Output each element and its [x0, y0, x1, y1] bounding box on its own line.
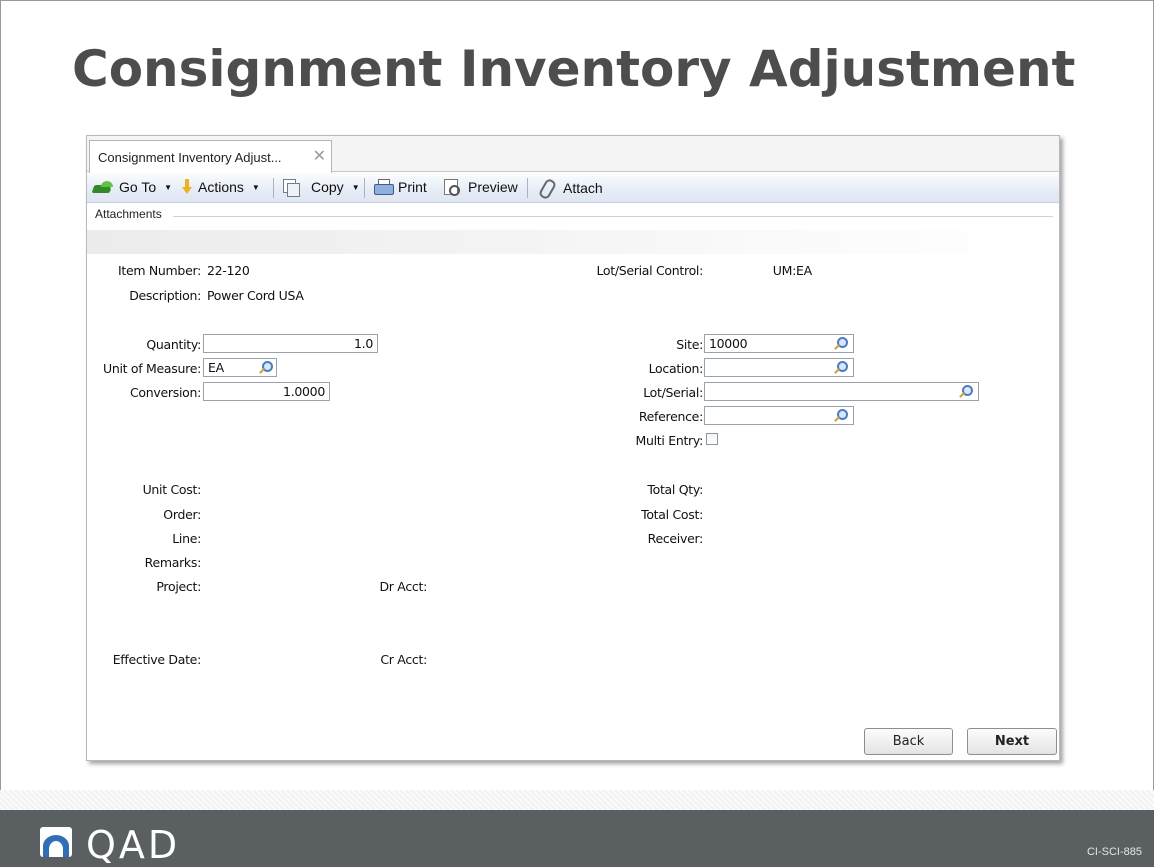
- unit-of-measure-label: Unit of Measure:: [103, 361, 201, 376]
- attachments-divider: [173, 216, 1053, 217]
- attachments-section-label[interactable]: Attachments: [95, 207, 162, 221]
- dr-acct-label: Dr Acct:: [379, 579, 427, 594]
- description-label: Description:: [129, 288, 201, 303]
- order-label: Order:: [163, 507, 201, 522]
- goto-menu[interactable]: Go To ▼: [93, 179, 172, 195]
- search-lookup-icon[interactable]: [833, 361, 848, 375]
- line-label: Line:: [172, 531, 201, 546]
- toolbar-separator: [273, 178, 274, 198]
- actions-pin-icon: [182, 179, 192, 195]
- location-label: Location:: [648, 361, 704, 376]
- reference-label: Reference:: [638, 409, 703, 424]
- caret-down-icon: ▼: [251, 182, 260, 192]
- um-label: UM:: [772, 263, 797, 278]
- quantity-label: Quantity:: [146, 337, 201, 352]
- tab-label: Consignment Inventory Adjust...: [98, 150, 282, 165]
- multi-entry-checkbox[interactable]: [706, 433, 718, 445]
- preview-icon: [444, 179, 460, 196]
- unit-cost-label: Unit Cost:: [142, 482, 202, 497]
- site-label: Site:: [676, 337, 703, 352]
- attach-label: Attach: [563, 180, 603, 196]
- lot-serial-label: Lot/Serial:: [643, 385, 703, 400]
- caret-down-icon: ▼: [351, 182, 360, 192]
- brand-name: QAD: [86, 823, 181, 867]
- paperclip-icon: [539, 179, 553, 197]
- search-lookup-icon[interactable]: [833, 337, 848, 351]
- copy-menu[interactable]: Copy ▼: [283, 179, 360, 197]
- site-value: 10000: [709, 336, 748, 351]
- multi-entry-label: Multi Entry:: [635, 433, 704, 448]
- go-to-arrow-icon: [93, 181, 113, 193]
- location-input[interactable]: [704, 358, 854, 377]
- actions-label: Actions: [198, 179, 244, 195]
- print-label: Print: [398, 179, 427, 195]
- search-lookup-icon[interactable]: [958, 385, 973, 399]
- attach-button[interactable]: Attach: [539, 179, 603, 197]
- copy-icon: [283, 179, 300, 197]
- close-icon[interactable]: ✕: [313, 146, 326, 166]
- toolbar-separator: [527, 178, 528, 198]
- preview-label: Preview: [468, 179, 518, 195]
- search-lookup-icon[interactable]: [833, 409, 848, 423]
- project-label: Project:: [156, 579, 201, 594]
- search-lookup-icon[interactable]: [258, 361, 273, 375]
- next-button[interactable]: Next: [967, 728, 1057, 755]
- footer-divider: [0, 790, 1154, 810]
- app-window: Consignment Inventory Adjust... ✕ Go To …: [86, 135, 1060, 761]
- receiver-label: Receiver:: [647, 531, 704, 546]
- qad-logo-icon: [40, 827, 72, 857]
- conversion-label: Conversion:: [130, 385, 201, 400]
- item-number-label: Item Number:: [117, 263, 201, 278]
- tab-strip: Consignment Inventory Adjust... ✕: [87, 136, 1059, 173]
- toolbar-separator: [364, 178, 365, 198]
- footer-bar: QAD CI-SCI-885: [0, 810, 1154, 867]
- effective-date-label: Effective Date:: [112, 652, 202, 667]
- slide-code: CI-SCI-885: [1086, 846, 1142, 858]
- actions-menu[interactable]: Actions ▼: [182, 179, 260, 195]
- tab-consignment-inventory-adjustment[interactable]: Consignment Inventory Adjust... ✕: [89, 140, 332, 173]
- goto-label: Go To: [119, 179, 157, 195]
- cr-acct-label: Cr Acct:: [380, 652, 427, 667]
- conversion-input[interactable]: 1.0000: [203, 382, 330, 401]
- printer-icon: [374, 179, 394, 195]
- item-number-value: 22-120: [207, 263, 250, 278]
- copy-label: Copy: [311, 179, 344, 195]
- slide-title: Consignment Inventory Adjustment: [72, 40, 1076, 98]
- reference-input[interactable]: [704, 406, 854, 425]
- lot-serial-control-label: Lot/Serial Control:: [596, 263, 703, 278]
- quantity-input[interactable]: 1.0: [203, 334, 378, 353]
- back-button[interactable]: Back: [864, 728, 953, 755]
- unit-of-measure-value: EA: [208, 360, 224, 375]
- toolbar: Go To ▼ Actions ▼ Copy ▼ Print Preview A…: [87, 173, 1059, 203]
- remarks-label: Remarks:: [144, 555, 202, 570]
- description-value: Power Cord USA: [207, 288, 304, 303]
- site-input[interactable]: 10000: [704, 334, 854, 353]
- unit-of-measure-input[interactable]: EA: [203, 358, 277, 377]
- total-cost-label: Total Cost:: [641, 507, 703, 522]
- caret-down-icon: ▼: [164, 182, 173, 192]
- print-button[interactable]: Print: [374, 179, 427, 195]
- header-band: [87, 230, 1059, 254]
- lot-serial-input[interactable]: [704, 382, 979, 401]
- preview-button[interactable]: Preview: [444, 179, 518, 196]
- um-value: EA: [796, 263, 812, 278]
- total-qty-label: Total Qty:: [647, 482, 703, 497]
